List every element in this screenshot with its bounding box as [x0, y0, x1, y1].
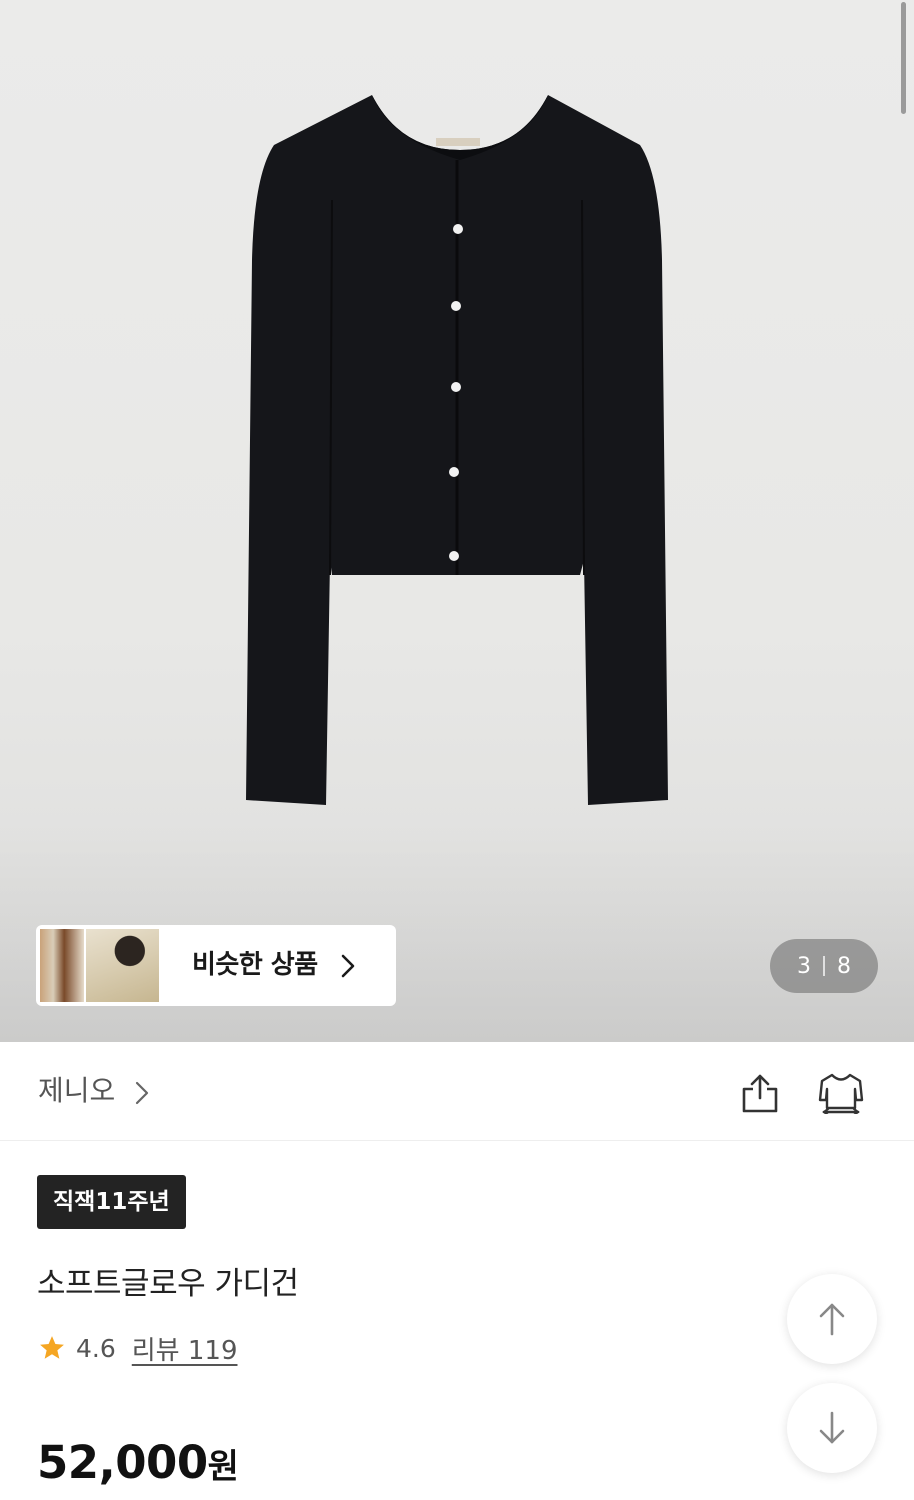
scroll-up-button[interactable] [787, 1274, 877, 1364]
price-unit: 원 [207, 1447, 239, 1487]
chevron-right-icon [341, 954, 355, 978]
brand-row: 제니오 [0, 1042, 914, 1141]
arrow-down-icon [819, 1411, 845, 1444]
brand-link[interactable]: 제니오 [38, 1042, 115, 1140]
rating-value: 4.6 [76, 1333, 116, 1363]
counter-divider [823, 956, 825, 976]
image-counter: 3 8 [770, 939, 878, 993]
star-icon [40, 1336, 64, 1359]
image-counter-current: 3 [797, 953, 811, 979]
product-title: 소프트글로우 가디건 [37, 1266, 299, 1302]
image-counter-total: 8 [837, 953, 851, 979]
share-icon[interactable] [740, 1072, 780, 1114]
product-image-gallery[interactable]: 비슷한 상품 3 8 [0, 0, 914, 1042]
similar-products-label: 비슷한 상품 [192, 950, 318, 980]
review-count-link[interactable]: 리뷰 119 [132, 1330, 238, 1367]
scrollbar[interactable] [901, 2, 906, 114]
similar-thumb-2 [86, 929, 159, 1002]
chevron-right-icon[interactable] [134, 1080, 150, 1106]
promo-badge: 직잭11주년 [37, 1175, 186, 1229]
scroll-down-button[interactable] [787, 1383, 877, 1473]
rating-row: 4.6 리뷰 119 [38, 1330, 238, 1366]
size-fit-icon[interactable] [816, 1072, 866, 1114]
similar-products-button[interactable]: 비슷한 상품 [36, 925, 396, 1006]
arrow-up-icon [819, 1303, 845, 1336]
price-amount: 52,000 [37, 1436, 208, 1489]
price: 52,000원 [37, 1436, 239, 1489]
similar-thumb-1 [40, 929, 84, 1002]
